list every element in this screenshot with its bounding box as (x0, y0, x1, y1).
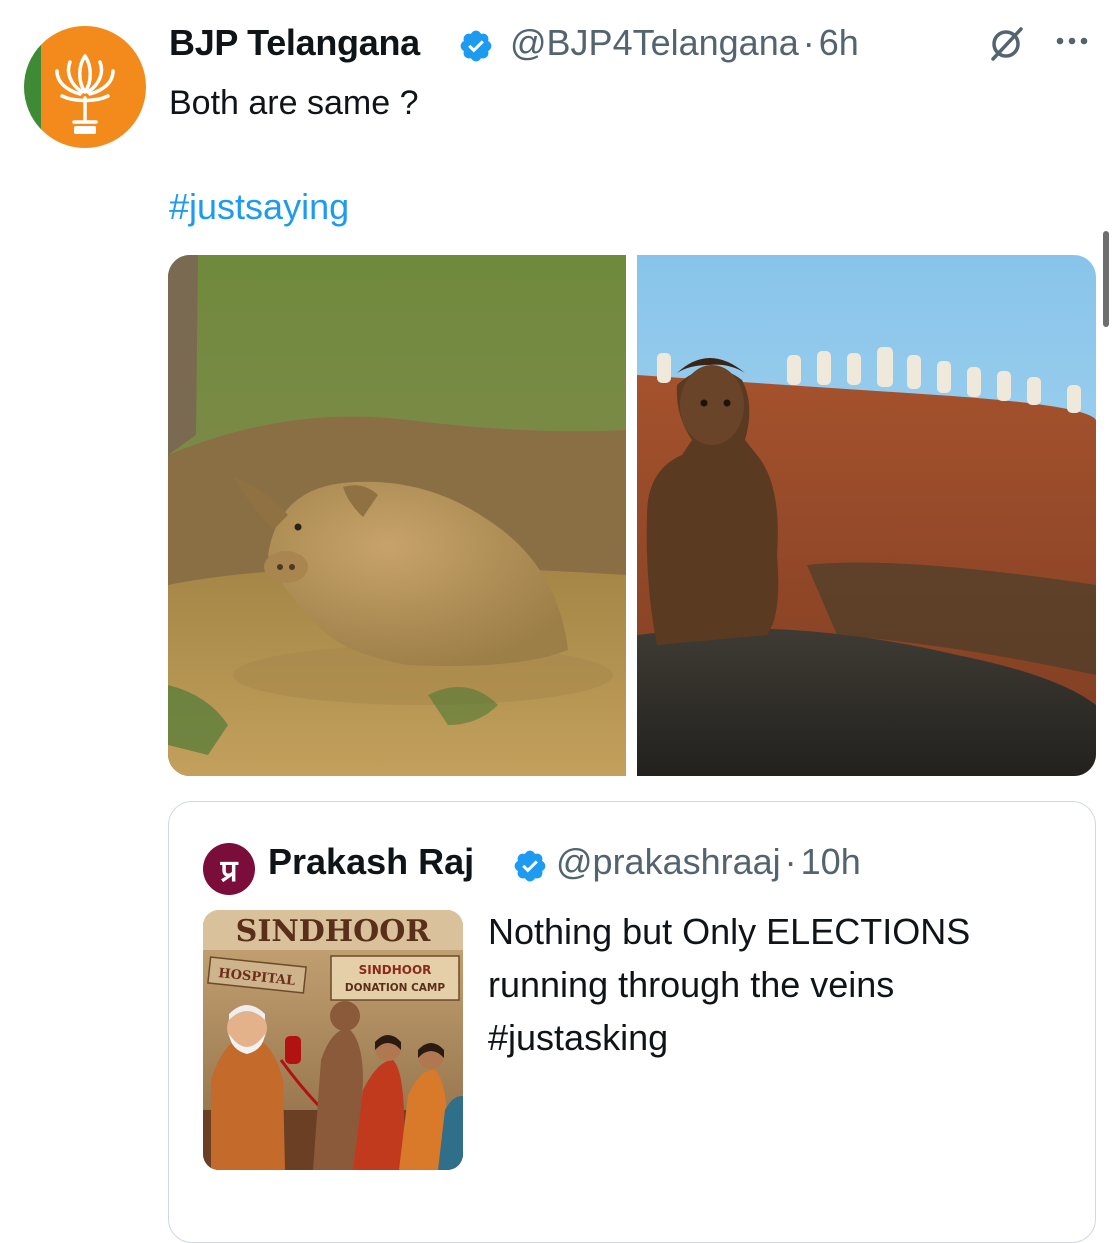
sindhoor-illustration: SINDHOOR HOSPITAL SINDHOOR DONATION CAMP (203, 910, 463, 1170)
verified-badge-icon (514, 850, 546, 882)
quoted-timestamp[interactable]: 10h (801, 841, 861, 882)
thumbnail-title: SINDHOOR (236, 914, 432, 949)
lotus-icon (55, 54, 115, 134)
author-avatar[interactable] (24, 26, 146, 148)
author-handle[interactable]: @BJP4Telangana · 6h (510, 22, 859, 64)
quoted-author-handle[interactable]: @prakashraaj · 10h (556, 841, 861, 883)
quoted-text-line: Nothing but Only ELECTIONS (488, 911, 971, 952)
separator-dot: · (802, 22, 815, 63)
scrollbar[interactable] (1103, 231, 1109, 327)
quoted-tweet-text: Nothing but Only ELECTIONS running throu… (488, 905, 970, 1064)
timestamp[interactable]: 6h (819, 22, 859, 63)
quoted-thumbnail-image[interactable]: SINDHOOR HOSPITAL SINDHOOR DONATION CAMP (203, 910, 463, 1170)
more-icon[interactable] (1054, 34, 1090, 48)
tweet-media[interactable] (168, 255, 1096, 776)
grok-icon[interactable] (986, 24, 1026, 64)
pig-in-mud-image[interactable] (168, 255, 626, 776)
thumbnail-sign-right-1: SINDHOOR (359, 963, 432, 977)
author-name[interactable]: BJP Telangana (169, 22, 420, 64)
thumbnail-sign-right-2: DONATION CAMP (345, 982, 445, 994)
quoted-hashtag-link[interactable]: #justasking (488, 1011, 970, 1064)
hashtag-link[interactable]: #justsaying (169, 186, 349, 228)
quoted-text-line: running through the veins (488, 964, 895, 1005)
separator-dot: · (784, 841, 797, 882)
man-in-mud-image[interactable] (637, 255, 1096, 776)
tweet-text: Both are same ? (169, 84, 419, 122)
quoted-author-avatar[interactable]: प्र (203, 843, 255, 895)
verified-badge-icon (460, 30, 492, 62)
quoted-author-name[interactable]: Prakash Raj (268, 841, 474, 883)
